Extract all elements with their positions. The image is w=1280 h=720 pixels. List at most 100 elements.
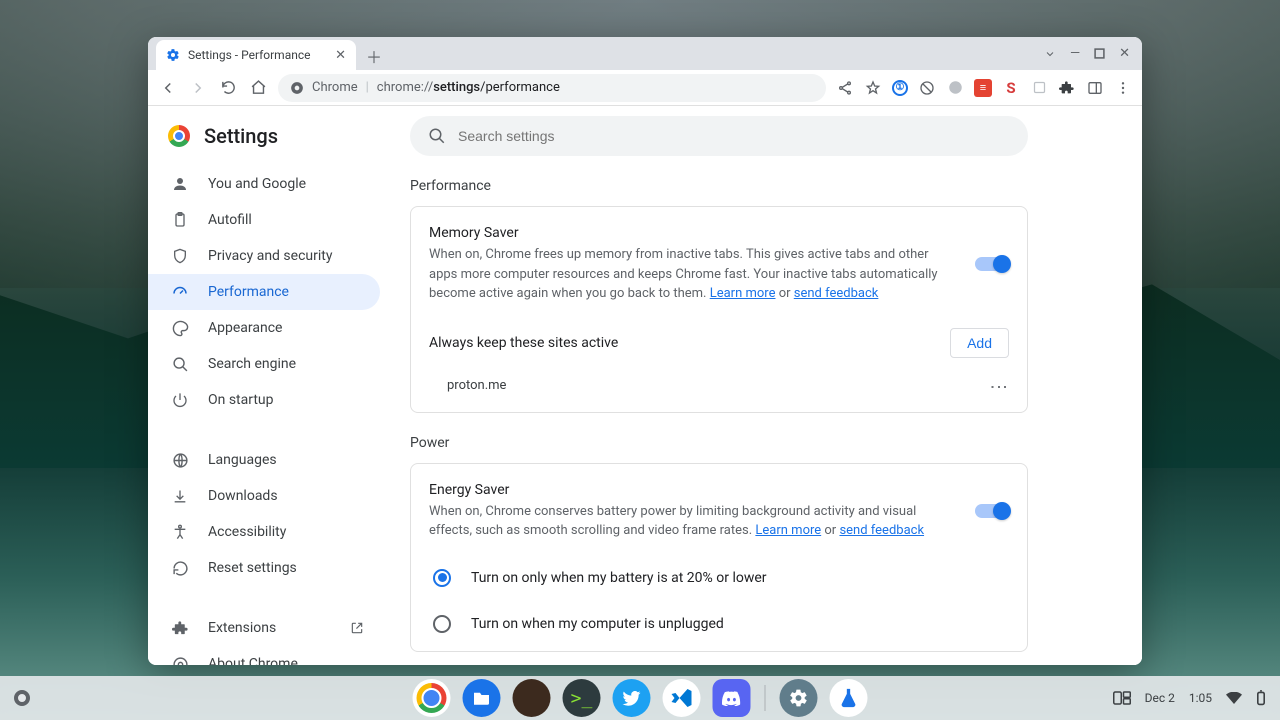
send-feedback-link[interactable]: send feedback: [794, 286, 879, 301]
sidebar-item-accessibility[interactable]: Accessibility: [148, 514, 380, 550]
energy-saver-description: When on, Chrome conserves battery power …: [429, 502, 955, 541]
sidebar-item-reset[interactable]: Reset settings: [148, 550, 380, 586]
status-time: 1:05: [1189, 691, 1212, 705]
extension-todoist-icon[interactable]: ≡: [974, 79, 992, 97]
sidebar-section-advanced: Languages Downloads Accessibility Reset …: [148, 436, 404, 592]
shelf-app-discord[interactable]: [713, 679, 751, 717]
back-button[interactable]: [158, 78, 178, 98]
extension-1password-icon[interactable]: ①: [892, 80, 908, 96]
forward-button[interactable]: [188, 78, 208, 98]
radio-button-checked[interactable]: [433, 569, 451, 587]
learn-more-link[interactable]: Learn more: [755, 523, 821, 538]
settings-search-bar[interactable]: [410, 116, 1028, 156]
download-icon: [170, 488, 190, 505]
energy-saver-card: Energy Saver When on, Chrome conserves b…: [410, 463, 1028, 652]
radio-button-unchecked[interactable]: [433, 615, 451, 633]
sidebar-item-search-engine[interactable]: Search engine: [148, 346, 380, 382]
add-site-button[interactable]: Add: [950, 328, 1009, 358]
wifi-icon: [1226, 692, 1242, 704]
sidebar-item-label: Languages: [208, 452, 277, 468]
learn-more-link[interactable]: Learn more: [710, 286, 776, 301]
energy-saver-toggle[interactable]: [975, 504, 1009, 518]
sidebar-item-label: On startup: [208, 392, 274, 408]
search-input[interactable]: [458, 128, 1010, 144]
always-active-row: Always keep these sites active Add: [411, 318, 1027, 368]
sidebar-item-performance[interactable]: Performance: [148, 274, 380, 310]
extension-s-icon[interactable]: S: [1002, 79, 1020, 97]
omnibox-url: chrome://settings/performance: [377, 80, 560, 95]
performance-section-heading: Performance: [410, 178, 1032, 194]
shelf-app-twitter[interactable]: [613, 679, 651, 717]
address-bar[interactable]: Chrome | chrome://settings/performance: [278, 74, 826, 102]
extension-block-icon[interactable]: [918, 79, 936, 97]
browser-window: Settings - Performance ✕ ＋ — ✕ Chrome | …: [148, 37, 1142, 665]
sidebar-item-label: You and Google: [208, 176, 306, 192]
side-panel-icon[interactable]: [1086, 79, 1104, 97]
radio-row-unplugged[interactable]: Turn on when my computer is unplugged: [411, 601, 1027, 647]
memory-saver-card: Memory Saver When on, Chrome frees up me…: [410, 206, 1028, 413]
sidebar-item-label: About Chrome: [208, 656, 298, 665]
sidebar-item-downloads[interactable]: Downloads: [148, 478, 380, 514]
new-tab-button[interactable]: ＋: [360, 42, 388, 70]
share-icon[interactable]: [836, 79, 854, 97]
search-icon: [428, 127, 446, 145]
tab-close-icon[interactable]: ✕: [335, 48, 346, 63]
radio-row-20pct[interactable]: Turn on only when my battery is at 20% o…: [411, 555, 1027, 601]
battery-icon: [1256, 690, 1266, 706]
sidebar-item-about[interactable]: About Chrome: [148, 646, 380, 665]
send-feedback-link[interactable]: send feedback: [839, 523, 924, 538]
status-date: Dec 2: [1145, 691, 1175, 705]
sidebar-item-autofill[interactable]: Autofill: [148, 202, 380, 238]
home-button[interactable]: [248, 78, 268, 98]
sidebar-item-privacy[interactable]: Privacy and security: [148, 238, 380, 274]
shelf-app-vscode[interactable]: [663, 679, 701, 717]
tab-title: Settings - Performance: [188, 48, 327, 62]
shelf-app-files[interactable]: [463, 679, 501, 717]
sidebar-item-languages[interactable]: Languages: [148, 442, 380, 478]
always-active-label: Always keep these sites active: [429, 335, 618, 351]
memory-saver-toggle[interactable]: [975, 257, 1009, 271]
extension-box-icon[interactable]: [1030, 79, 1048, 97]
shelf-app-flask[interactable]: [830, 679, 868, 717]
sidebar-item-label: Appearance: [208, 320, 282, 336]
chrome-logo-icon: [168, 125, 190, 147]
tab-active[interactable]: Settings - Performance ✕: [156, 40, 356, 70]
shelf-app-settings[interactable]: [780, 679, 818, 717]
site-more-menu-icon[interactable]: ⋮: [988, 378, 1009, 394]
bookmark-star-icon[interactable]: [864, 79, 882, 97]
window-maximize-button[interactable]: [1094, 48, 1105, 59]
shelf-separator: [765, 685, 766, 711]
search-icon: [170, 356, 190, 373]
tab-search-dropdown-icon[interactable]: [1044, 48, 1056, 60]
memory-saver-title: Memory Saver: [429, 225, 955, 241]
sidebar-item-extensions[interactable]: Extensions: [148, 610, 380, 646]
window-minimize-button[interactable]: —: [1070, 46, 1080, 61]
shelf-app-brown[interactable]: [513, 679, 551, 717]
radio-label: Turn on only when my battery is at 20% o…: [471, 570, 767, 586]
shelf-status-area[interactable]: Dec 2 1:05: [1113, 690, 1280, 706]
sidebar-item-you-and-google[interactable]: You and Google: [148, 166, 380, 202]
reload-button[interactable]: [218, 78, 238, 98]
sidebar-item-on-startup[interactable]: On startup: [148, 382, 380, 418]
sidebar-item-label: Privacy and security: [208, 248, 332, 264]
energy-saver-title: Energy Saver: [429, 482, 955, 498]
shelf-taskbar: >_ Dec 2 1:05: [0, 676, 1280, 720]
active-site-row: proton.me ⋮: [411, 368, 1027, 408]
window-close-button[interactable]: ✕: [1119, 46, 1130, 61]
clipboard-icon: [170, 211, 190, 229]
sidebar-item-label: Extensions: [208, 620, 276, 636]
overflow-menu-icon[interactable]: [1114, 79, 1132, 97]
puzzle-icon: [170, 620, 190, 637]
shelf-app-terminal[interactable]: >_: [563, 679, 601, 717]
sidebar-item-appearance[interactable]: Appearance: [148, 310, 380, 346]
extension-grey-icon[interactable]: [946, 79, 964, 97]
settings-page: Settings You and Google Autofill Privacy…: [148, 106, 1142, 665]
power-section-heading: Power: [410, 435, 1032, 451]
extensions-puzzle-icon[interactable]: [1058, 79, 1076, 97]
shelf-app-chrome[interactable]: [413, 679, 451, 717]
overview-icon[interactable]: [1113, 691, 1131, 705]
power-icon: [170, 392, 190, 408]
settings-header: Settings: [148, 114, 404, 160]
launcher-button[interactable]: [14, 690, 30, 706]
globe-icon: [170, 452, 190, 469]
